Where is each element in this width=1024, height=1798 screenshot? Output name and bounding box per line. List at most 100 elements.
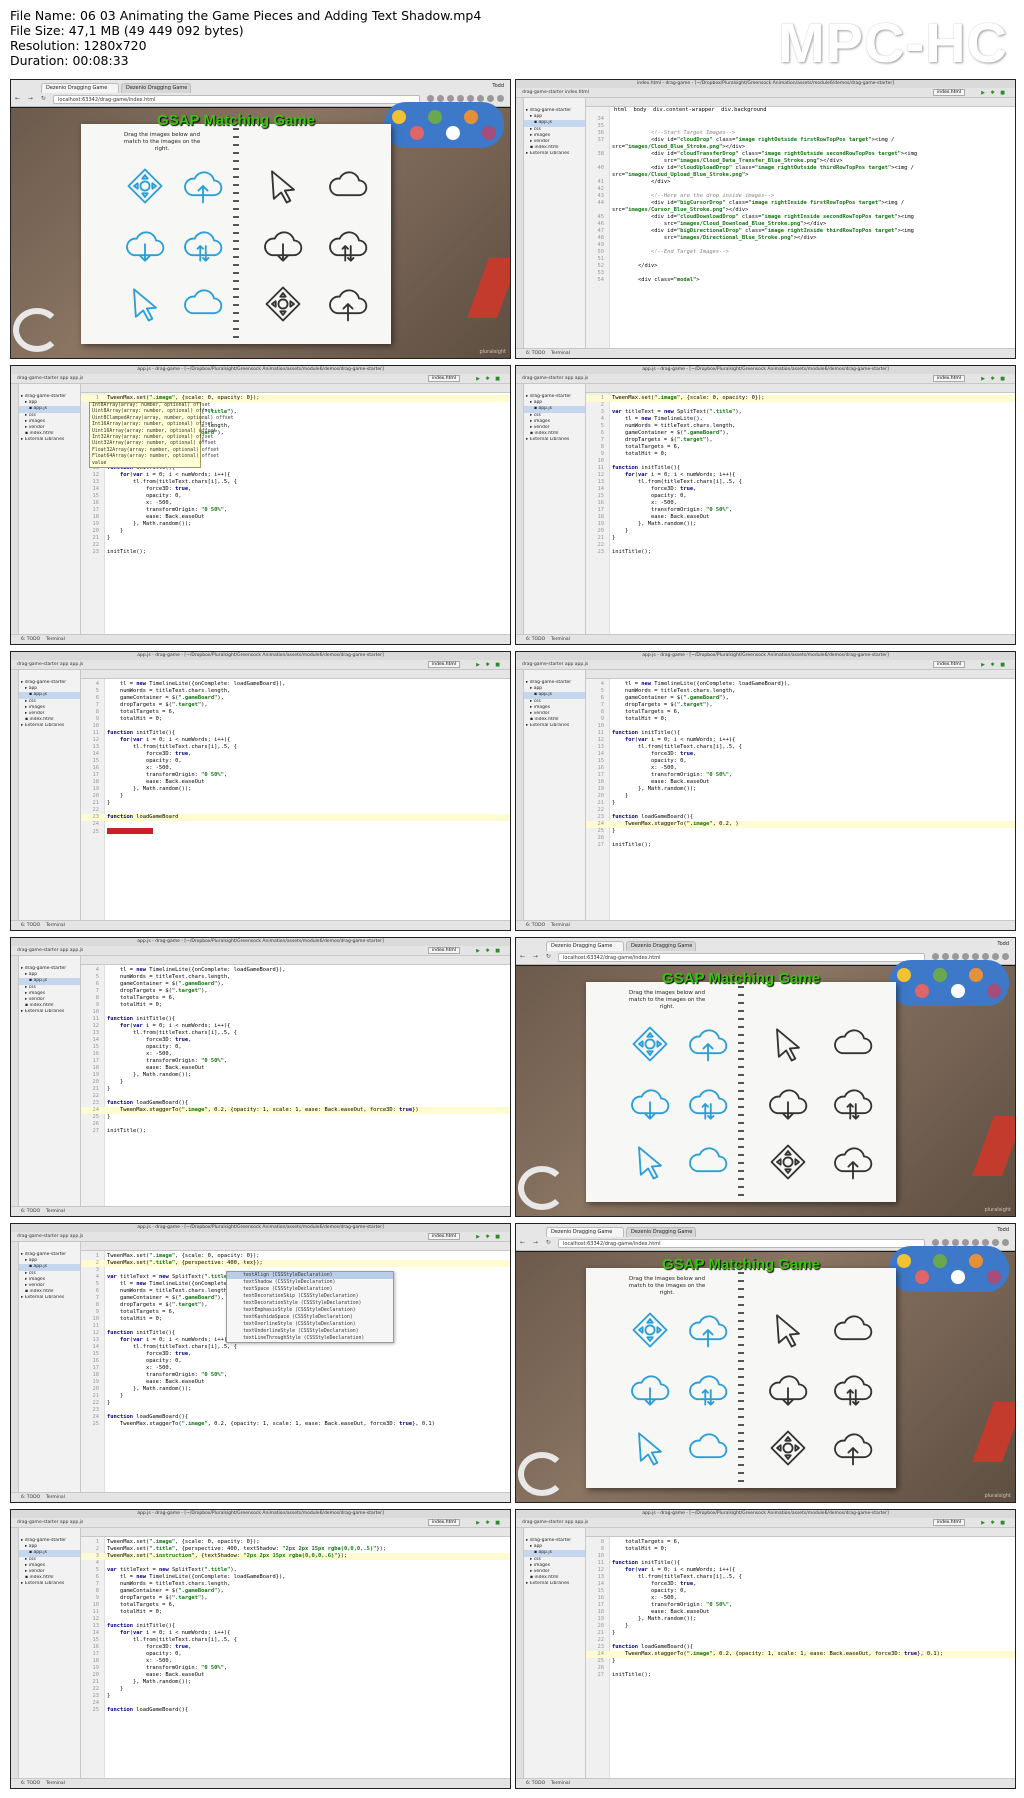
cloud-transfer-icon[interactable] [686, 1082, 730, 1126]
directional-icon[interactable] [123, 164, 167, 208]
cursor-icon[interactable] [628, 1140, 672, 1184]
tree-item[interactable]: ▸ External Libraries [524, 437, 585, 443]
code-editor[interactable]: 8 totalTargets = 6, 9 totalHit = 0; 10 11 fu… [586, 1537, 1015, 1778]
breadcrumb[interactable]: drag-game-starter app app.js [17, 1234, 83, 1239]
tool-strip[interactable] [11, 956, 19, 1206]
directional-icon[interactable] [261, 282, 305, 326]
run-config[interactable]: index.html [428, 661, 460, 668]
cloud-upload-icon[interactable] [326, 282, 370, 326]
autocomplete-item[interactable]: textOverlineStyle (CSSStyleDeclaration) [227, 1321, 393, 1328]
cloud-transfer-icon[interactable] [686, 1368, 730, 1412]
extension-icon[interactable] [982, 953, 989, 960]
run-buttons[interactable]: ▶ ✱ ■ [476, 1520, 502, 1526]
extension-icon[interactable] [992, 1239, 999, 1246]
breadcrumb[interactable]: drag-game-starter index.html [522, 90, 589, 95]
extension-icon[interactable] [487, 95, 494, 102]
autocomplete-item[interactable]: textDecorationSkip (CSSStyleDeclaration) [227, 1293, 393, 1300]
extension-icon[interactable] [1002, 953, 1009, 960]
extension-icon[interactable] [1002, 1239, 1009, 1246]
run-buttons[interactable]: ▶ ✱ ■ [981, 662, 1007, 668]
autocomplete-item[interactable]: textShadow (CSSStyleDeclaration) [227, 1279, 393, 1286]
run-config[interactable]: index.html [933, 661, 965, 668]
extension-icon[interactable] [932, 953, 939, 960]
autocomplete-item[interactable]: textLineThroughStyle (CSSStyleDeclaratio… [227, 1335, 393, 1342]
browser-tab[interactable]: Dezenio Dragging Game [626, 941, 696, 951]
tool-strip[interactable] [11, 1528, 19, 1778]
cloud-download-icon[interactable] [261, 224, 305, 268]
browser-tab-active[interactable]: Dezenio Dragging Game [546, 1227, 624, 1237]
cloud-upload-icon[interactable] [686, 1308, 730, 1352]
browser-tab[interactable]: Dezenio Dragging Game [121, 83, 191, 93]
extension-icon[interactable] [982, 1239, 989, 1246]
nav-buttons[interactable]: ← → ↻ [15, 95, 49, 102]
autocomplete-popup[interactable]: textAlign (CSSStyleDeclaration) textShado… [226, 1271, 394, 1343]
breadcrumb[interactable]: drag-game-starter app app.js [17, 1520, 83, 1525]
autocomplete-item[interactable]: textEmphasisStyle (CSSStyleDeclaration) [227, 1307, 393, 1314]
run-buttons[interactable]: ▶ ✱ ■ [981, 376, 1007, 382]
cloud-download-icon[interactable] [766, 1082, 810, 1126]
tool-strip[interactable] [11, 670, 19, 920]
cloud-transfer-icon[interactable] [831, 1368, 875, 1412]
cloud-icon[interactable] [831, 1308, 875, 1352]
cloud-upload-icon[interactable] [831, 1426, 875, 1470]
cursor-icon[interactable] [766, 1022, 810, 1066]
cloud-download-icon[interactable] [766, 1368, 810, 1412]
tree-item[interactable]: ▸ External Libraries [524, 723, 585, 729]
tree-item[interactable]: ▸ External Libraries [19, 1581, 80, 1587]
tool-strip[interactable] [11, 1242, 19, 1492]
cloud-transfer-icon[interactable] [181, 224, 225, 268]
extension-icon[interactable] [972, 1239, 979, 1246]
code-editor[interactable]: 4 tl = new TimelineLite({onComplete: loa… [81, 965, 510, 1206]
cloud-icon[interactable] [686, 1140, 730, 1184]
tree-item[interactable]: ▸ External Libraries [524, 1581, 585, 1587]
tree-item[interactable]: ▸ External Libraries [19, 1295, 80, 1301]
code-editor[interactable]: 4 tl = new TimelineLite({onComplete: loa… [81, 679, 510, 920]
cloud-icon[interactable] [686, 1426, 730, 1470]
extension-icon[interactable] [477, 95, 484, 102]
autocomplete-item[interactable]: textDecorationStyle (CSSStyleDeclaration… [227, 1300, 393, 1307]
extension-icon[interactable] [942, 1239, 949, 1246]
address-bar[interactable]: localhost:63342/drag-game/index.html [53, 95, 420, 104]
directional-icon[interactable] [628, 1022, 672, 1066]
extension-icon[interactable] [457, 95, 464, 102]
breadcrumb[interactable]: drag-game-starter app app.js [522, 376, 588, 381]
directional-icon[interactable] [766, 1426, 810, 1470]
cursor-icon[interactable] [261, 164, 305, 208]
autocomplete-item[interactable]: textUnderlineStyle (CSSStyleDeclaration) [227, 1328, 393, 1335]
browser-tab-active[interactable]: Dezenio Dragging Game [546, 941, 624, 951]
run-config[interactable]: index.html [428, 375, 460, 382]
autocomplete-item[interactable]: textKashidaSpace (CSSStyleDeclaration) [227, 1314, 393, 1321]
run-config[interactable]: index.html [933, 1519, 965, 1526]
tool-strip[interactable] [11, 384, 19, 634]
code-editor[interactable]: 1 TweenMax.set(".image", {scale: 0, opaci… [586, 393, 1015, 634]
tree-item[interactable]: ▸ External Libraries [19, 437, 80, 443]
tool-strip[interactable] [516, 98, 524, 348]
tool-strip[interactable] [516, 670, 524, 920]
breadcrumb[interactable]: drag-game-starter app app.js [522, 662, 588, 667]
cloud-download-icon[interactable] [628, 1368, 672, 1412]
extension-icon[interactable] [962, 1239, 969, 1246]
extension-icon[interactable] [437, 95, 444, 102]
extension-icon[interactable] [962, 953, 969, 960]
autocomplete-item[interactable]: textSpace (CSSStyleDeclaration) [227, 1286, 393, 1293]
extension-icon[interactable] [952, 953, 959, 960]
cloud-download-icon[interactable] [628, 1082, 672, 1126]
autocomplete-item[interactable]: textAlign (CSSStyleDeclaration) [227, 1272, 393, 1279]
browser-tab-active[interactable]: Dezenio Dragging Game [41, 83, 119, 93]
extension-icon[interactable] [447, 95, 454, 102]
address-bar[interactable]: localhost:63342/drag-game/index.html [558, 953, 925, 962]
cloud-upload-icon[interactable] [181, 164, 225, 208]
code-editor[interactable]: html body div.content-wrapper div.backgr… [586, 107, 1015, 348]
run-config[interactable]: index.html [428, 1519, 460, 1526]
tool-strip[interactable] [516, 1528, 524, 1778]
nav-buttons[interactable]: ← → ↻ [520, 1239, 554, 1246]
run-buttons[interactable]: ▶ ✱ ■ [476, 376, 502, 382]
extension-icon[interactable] [992, 953, 999, 960]
run-buttons[interactable]: ▶ ✱ ■ [476, 662, 502, 668]
cloud-icon[interactable] [181, 282, 225, 326]
breadcrumb[interactable]: drag-game-starter app app.js [17, 376, 83, 381]
run-buttons[interactable]: ▶ ✱ ■ [476, 1234, 502, 1240]
tree-item[interactable]: ▸ External Libraries [19, 1009, 80, 1015]
cursor-icon[interactable] [123, 282, 167, 326]
directional-icon[interactable] [766, 1140, 810, 1184]
